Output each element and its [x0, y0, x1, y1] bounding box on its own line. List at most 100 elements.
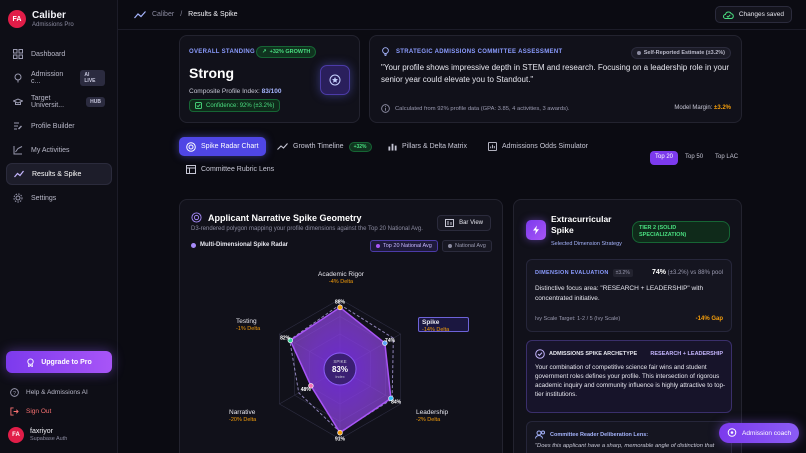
axis-label-spike[interactable]: Spike -14% Delta: [418, 317, 469, 333]
radar-chart: 88% 74% 84% 91% 48% 82% SPIKE 83% Index: [279, 298, 402, 443]
trend-icon: [134, 10, 146, 20]
breadcrumb-current: Results & Spike: [188, 11, 238, 18]
tab-committee-rubric[interactable]: Committee Rubric Lens: [179, 160, 281, 179]
upgrade-button[interactable]: Upgrade to Pro: [6, 351, 112, 373]
eval-label: DIMENSION EVALUATION: [535, 270, 609, 276]
growth-badge: ↗ +32% GROWTH: [256, 46, 317, 58]
admission-coach-button[interactable]: Admission coach: [719, 423, 800, 443]
radar-value-label: 82%: [280, 335, 291, 341]
sidebar-item-my-activities[interactable]: My Activities: [6, 139, 112, 161]
help-link[interactable]: ? Help & Admissions AI: [10, 388, 88, 397]
legend-national-label: National Avg: [455, 243, 486, 249]
composite-index: Composite Profile Index: 83/100: [189, 88, 282, 95]
sidebar-item-label: Admission c...: [31, 71, 64, 85]
topbar: Caliber / Results & Spike Changes saved: [118, 0, 806, 30]
radar-header: Applicant Narrative Spike Geometry: [191, 212, 362, 223]
sidebar-nav: Dashboard Admission c... AI LIVE Target …: [6, 43, 112, 211]
tab-label: Spike Radar Chart: [201, 143, 259, 150]
breadcrumb: Caliber / Results & Spike: [134, 10, 238, 20]
sidebar-item-results-spike[interactable]: Results & Spike: [6, 163, 112, 185]
badge-check-icon: [535, 349, 545, 359]
brand[interactable]: FA Caliber Admissions Pro: [8, 10, 74, 28]
logout-icon: [10, 407, 19, 416]
radar-value-label: 48%: [301, 387, 312, 393]
growth-tab-badge: +32%: [348, 141, 372, 152]
graduation-cap-icon: [13, 97, 23, 107]
eval-score: 74% (±3.2%) vs 88% pool: [652, 269, 723, 276]
axis-name: Leadership: [416, 409, 449, 416]
confidence-badge: Confidence: 92% (±3.2%): [189, 99, 281, 112]
segment-top-20[interactable]: Top 20: [650, 151, 679, 165]
radar-title: Applicant Narrative Spike Geometry: [208, 212, 362, 223]
sidebar-item-settings[interactable]: Settings: [6, 187, 112, 209]
bars-icon: [388, 142, 397, 151]
dot-icon: [376, 244, 380, 248]
radar-point[interactable]: [337, 304, 343, 311]
center-sub: Index: [335, 375, 344, 379]
legend-national[interactable]: National Avg: [442, 240, 492, 252]
sidebar-item-label: Profile Builder: [31, 122, 75, 130]
sidebar-item-dashboard[interactable]: Dashboard: [6, 43, 112, 65]
saved-label: Changes saved: [738, 11, 784, 18]
help-label: Help & Admissions AI: [26, 389, 88, 396]
growth-badge-label: +32% GROWTH: [269, 49, 311, 55]
radar-icon: [191, 212, 202, 223]
segment-top-lac[interactable]: Top LAC: [710, 151, 743, 165]
committee-header: STRATEGIC ADMISSIONS COMMITTEE ASSESSMEN…: [381, 47, 562, 56]
committee-label: STRATEGIC ADMISSIONS COMMITTEE ASSESSMEN…: [396, 48, 563, 55]
tab-label: Growth Timeline: [293, 143, 344, 150]
coach-label: Admission coach: [742, 429, 792, 437]
self-reported-label: Self-Reported Estimate (±3.2%): [643, 50, 725, 56]
deliberation-lens-panel: Committee Reader Deliberation Lens: "Doe…: [526, 421, 732, 453]
axis-delta: -4% Delta: [328, 279, 354, 285]
user-profile[interactable]: FA faxriyor Supabase Auth: [8, 427, 67, 443]
upgrade-label: Upgrade to Pro: [41, 358, 92, 366]
tab-growth-timeline[interactable]: Growth Timeline +32%: [270, 137, 379, 156]
standing-value: Strong: [189, 65, 235, 81]
calc-note: Calculated from 92% profile data (GPA: 3…: [381, 104, 570, 113]
tab-spike-radar[interactable]: Spike Radar Chart: [179, 137, 266, 156]
hub-badge: HUB: [86, 97, 105, 107]
check-circle-icon: [195, 102, 202, 109]
sidebar-item-target-universities[interactable]: Target Universit... HUB: [6, 91, 112, 113]
committee-quote: "Your profile shows impressive depth in …: [381, 63, 730, 84]
archetype-panel: ADMISSIONS SPIKE ARCHETYPE RESEARCH + LE…: [526, 340, 732, 413]
confidence-label: Confidence: 92% (±3.2%): [206, 102, 275, 109]
sign-out-label: Sign Out: [26, 408, 52, 415]
brand-logo: FA: [8, 10, 26, 28]
sign-out-link[interactable]: Sign Out: [10, 407, 51, 416]
tier-badge: TIER 2 (SOLID SPECIALIZATION): [632, 221, 730, 243]
multi-radar-label: Multi-Dimensional Spike Radar: [191, 242, 288, 248]
tab-odds-simulator[interactable]: Admissions Odds Simulator: [481, 137, 595, 156]
axis-name: Testing: [236, 318, 257, 325]
ivy-target: Ivy Scale Target: 1-2 / 5 (Ivy Scale): [535, 316, 621, 322]
eval-tag: ±3.2%: [612, 269, 633, 277]
sidebar-item-profile-builder[interactable]: Profile Builder: [6, 115, 112, 137]
tab-pillars-delta[interactable]: Pillars & Delta Matrix: [381, 137, 474, 156]
sidebar-item-admission-coach[interactable]: Admission c... AI LIVE: [6, 67, 112, 89]
overall-standing-card: OVERALL STANDING ↗ +32% GROWTH Strong Co…: [179, 35, 360, 123]
bars-icon: [445, 219, 455, 227]
center-value: 83%: [332, 365, 348, 374]
dot-icon: [191, 242, 196, 248]
model-margin: Model Margin: ±3.2%: [674, 105, 731, 111]
segment-top-50[interactable]: Top 50: [680, 151, 708, 165]
radar-point[interactable]: [337, 430, 343, 436]
eval-score-value: 74%: [651, 269, 666, 276]
pin-icon: [13, 73, 23, 83]
chat-icon: [727, 428, 737, 438]
eval-score-rest: (±3.2%) vs 88% pool: [667, 270, 723, 276]
avatar: FA: [8, 427, 24, 443]
breadcrumb-root[interactable]: Caliber: [152, 11, 174, 18]
radar-value-label: 88%: [335, 299, 346, 305]
composite-index-value: 83/100: [261, 88, 282, 95]
legend-top20[interactable]: Top 20 National Avg: [370, 240, 438, 252]
sidebar-item-label: My Activities: [31, 146, 70, 154]
extracurricular-card: Extracurricular Spike Selected Dimension…: [513, 199, 742, 453]
sidebar-item-label: Settings: [31, 194, 57, 202]
axis-name: Academic Rigor: [318, 271, 364, 278]
archetype-text: Your combination of competitive science …: [535, 364, 726, 398]
users-icon: [535, 430, 546, 439]
bar-view-button[interactable]: Bar View: [437, 215, 491, 231]
sidebar-item-label: Dashboard: [31, 50, 66, 58]
